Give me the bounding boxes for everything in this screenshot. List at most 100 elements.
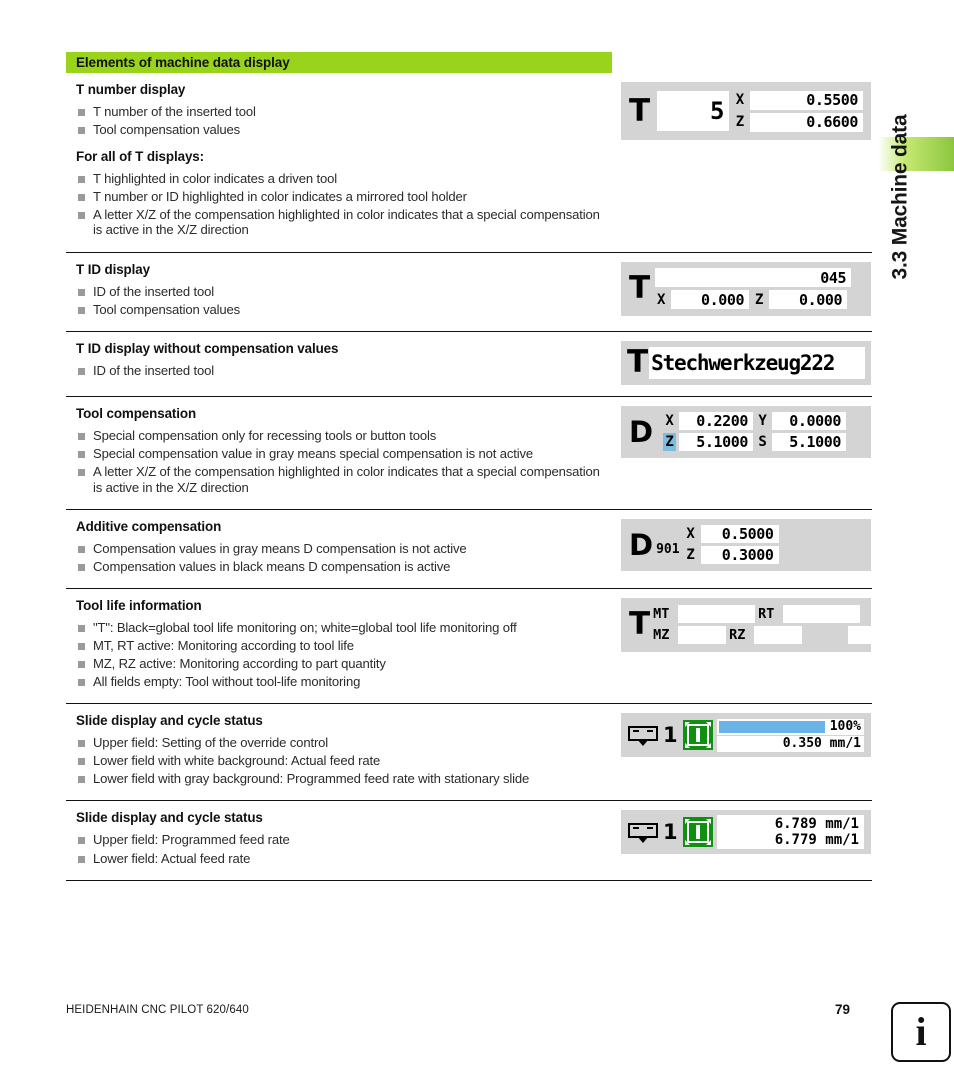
section-figure: 1 6.789 mm/1 6.779 mm/1 (613, 801, 872, 879)
list-item: Compensation values in gray means D comp… (76, 541, 605, 557)
label-rz: RZ (729, 627, 746, 644)
axis-label-x: X (735, 92, 745, 108)
cycle-run-icon (682, 817, 713, 848)
section-figure: T MT RT MZ RZ (613, 589, 897, 703)
axis-label-z-highlighted: Z (663, 433, 677, 452)
t-number-field: 5 (657, 91, 729, 131)
list-item: A letter X/Z of the compensation highlig… (76, 207, 605, 238)
slide-number: 1 (663, 723, 678, 748)
list-item: T highlighted in color indicates a drive… (76, 171, 605, 187)
slide-icon (628, 725, 658, 746)
axis-label-z: Z (754, 291, 764, 308)
page: 3.3 Machine data Elements of machine dat… (0, 0, 954, 1091)
axis-value-x: 0.2200 (679, 412, 754, 431)
bullet-list: Special compensation only for recessing … (76, 428, 605, 495)
list-item: T number or ID highlighted in color indi… (76, 189, 605, 205)
axis-value-x: 0.000 (671, 290, 750, 310)
field-mz (678, 626, 727, 645)
axis-label-x: X (656, 291, 666, 308)
section-text: Slide display and cycle status Upper fie… (66, 704, 613, 800)
axis-value-y: 0.0000 (772, 412, 847, 431)
axis-label-y: Y (758, 413, 767, 430)
bullet-list: ID of the inserted tool Tool compensatio… (76, 284, 605, 318)
axis-value-z: 0.3000 (700, 546, 779, 565)
info-icon: i (891, 1002, 951, 1062)
cnc-panel-tool-compensation: D X 0.2200 Y 0.0000 Z 5.1000 S 5.1000 (621, 405, 871, 458)
section-heading: Tool compensation (76, 405, 197, 421)
axis-row-x: X 0.5500 (734, 90, 863, 110)
chapter-title-text: 3.3 Machine data (888, 114, 911, 280)
section-heading: Additive compensation (76, 518, 222, 534)
section-text: T ID display ID of the inserted tool Too… (66, 253, 613, 331)
compensation-rows: X 0.2200 Y 0.0000 Z 5.1000 S 5.1000 (663, 412, 847, 452)
feed-programmed: 6.789 mm/1 (774, 816, 859, 833)
axis-row: X 0.000 Z 0.000 (655, 290, 851, 310)
content-column: Elements of machine data display T numbe… (66, 52, 897, 881)
section-heading: Tool life information (76, 597, 202, 613)
axis-label-z: Z (735, 114, 745, 130)
axis-value-z: 0.6600 (750, 112, 863, 132)
page-header-bar: Elements of machine data display (66, 52, 612, 73)
bullet-list: Upper field: Programmed feed rate Lower … (76, 832, 605, 866)
axis-label-z: Z (686, 547, 695, 564)
list-item: ID of the inserted tool (76, 284, 605, 300)
feed-rate-field: 6.789 mm/1 6.779 mm/1 (716, 815, 864, 850)
list-item: Special compensation value in gray means… (76, 446, 605, 462)
section-text: T ID display without compensation values… (66, 332, 613, 396)
section-tool-life-information: Tool life information "T": Black=global … (66, 589, 897, 705)
section-t-number-display: T number display T number of the inserte… (66, 73, 872, 253)
cnc-panel-t-number: T 5 X 0.5500 Z 0.6600 (621, 82, 871, 140)
section-subheading: For all of T displays: (76, 148, 205, 164)
section-heading: Slide display and cycle status (76, 810, 263, 826)
section-heading: T ID display without compensation values (76, 340, 339, 356)
label-mz: MZ (653, 627, 670, 644)
field-rz (754, 626, 803, 645)
bullet-list: Compensation values in gray means D comp… (76, 541, 605, 575)
list-item: "T": Black=global tool life monitoring o… (76, 620, 605, 636)
section-figure: T 5 X 0.5500 Z 0.6600 (613, 73, 872, 252)
section-t-id-no-compensation: T ID display without compensation values… (66, 332, 872, 397)
section-text: Additive compensation Compensation value… (66, 510, 613, 588)
bullet-list: ID of the inserted tool (76, 363, 605, 379)
list-item: Lower field with gray background: Progra… (76, 771, 605, 787)
label-mt: MT (653, 606, 670, 623)
panel-label-t: T (629, 606, 651, 643)
list-item: Upper field: Setting of the override con… (76, 735, 605, 751)
tool-life-row-quantity: MZ RZ (653, 626, 897, 645)
bullet-list: "T": Black=global tool life monitoring o… (76, 620, 605, 690)
section-text: T number display T number of the inserte… (66, 73, 613, 252)
list-item: Compensation values in black means D com… (76, 559, 605, 575)
section-text: Slide display and cycle status Upper fie… (66, 801, 613, 879)
panel-subscript: 901 (656, 541, 680, 557)
compensation-row-top: X 0.2200 Y 0.0000 (663, 412, 847, 431)
override-field: 100% (716, 718, 864, 735)
section-tool-compensation: Tool compensation Special compensation o… (66, 397, 872, 510)
override-percent: 100% (829, 719, 861, 735)
section-text: Tool life information "T": Black=global … (66, 589, 613, 703)
panel-label-t: T (627, 344, 649, 381)
tool-id-name-field: Stechwerkzeug222 (649, 346, 865, 379)
compensation-row-bottom: Z 5.1000 S 5.1000 (663, 433, 847, 452)
footer-product-name: HEIDENHAIN CNC PILOT 620/640 (66, 1003, 249, 1016)
axis-rows: X 0.5500 Z 0.6600 (734, 90, 863, 132)
bullet-list: Upper field: Setting of the override con… (76, 735, 605, 787)
list-item: A letter X/Z of the compensation highlig… (76, 464, 605, 495)
section-heading: T number display (76, 82, 186, 97)
section-t-id-display: T ID display ID of the inserted tool Too… (66, 253, 872, 332)
axis-row-x: X 0.5000 (685, 525, 779, 544)
cnc-panel-slide-feed: 1 6.789 mm/1 6.779 mm/1 (621, 810, 871, 855)
axis-row-z: Z 0.3000 (685, 546, 779, 565)
bullet-list: T number of the inserted tool Tool compe… (76, 104, 605, 138)
list-item: Lower field with white background: Actua… (76, 753, 605, 769)
panel-label-d: D (629, 527, 654, 562)
section-heading: T ID display (76, 261, 150, 277)
list-item: MT, RT active: Monitoring according to t… (76, 638, 605, 654)
feed-rate-field: 0.350 mm/1 (716, 735, 864, 752)
section-slide-display-override: Slide display and cycle status Upper fie… (66, 704, 872, 802)
axis-value-z: 0.000 (769, 290, 848, 310)
tool-life-row-time: MT RT (653, 605, 896, 624)
panel-label-d: D (629, 414, 654, 449)
cnc-panel-t-id: T 045 X 0.000 Z 0.000 (621, 261, 871, 316)
section-additive-compensation: Additive compensation Compensation value… (66, 510, 872, 589)
slide-number: 1 (663, 820, 678, 845)
